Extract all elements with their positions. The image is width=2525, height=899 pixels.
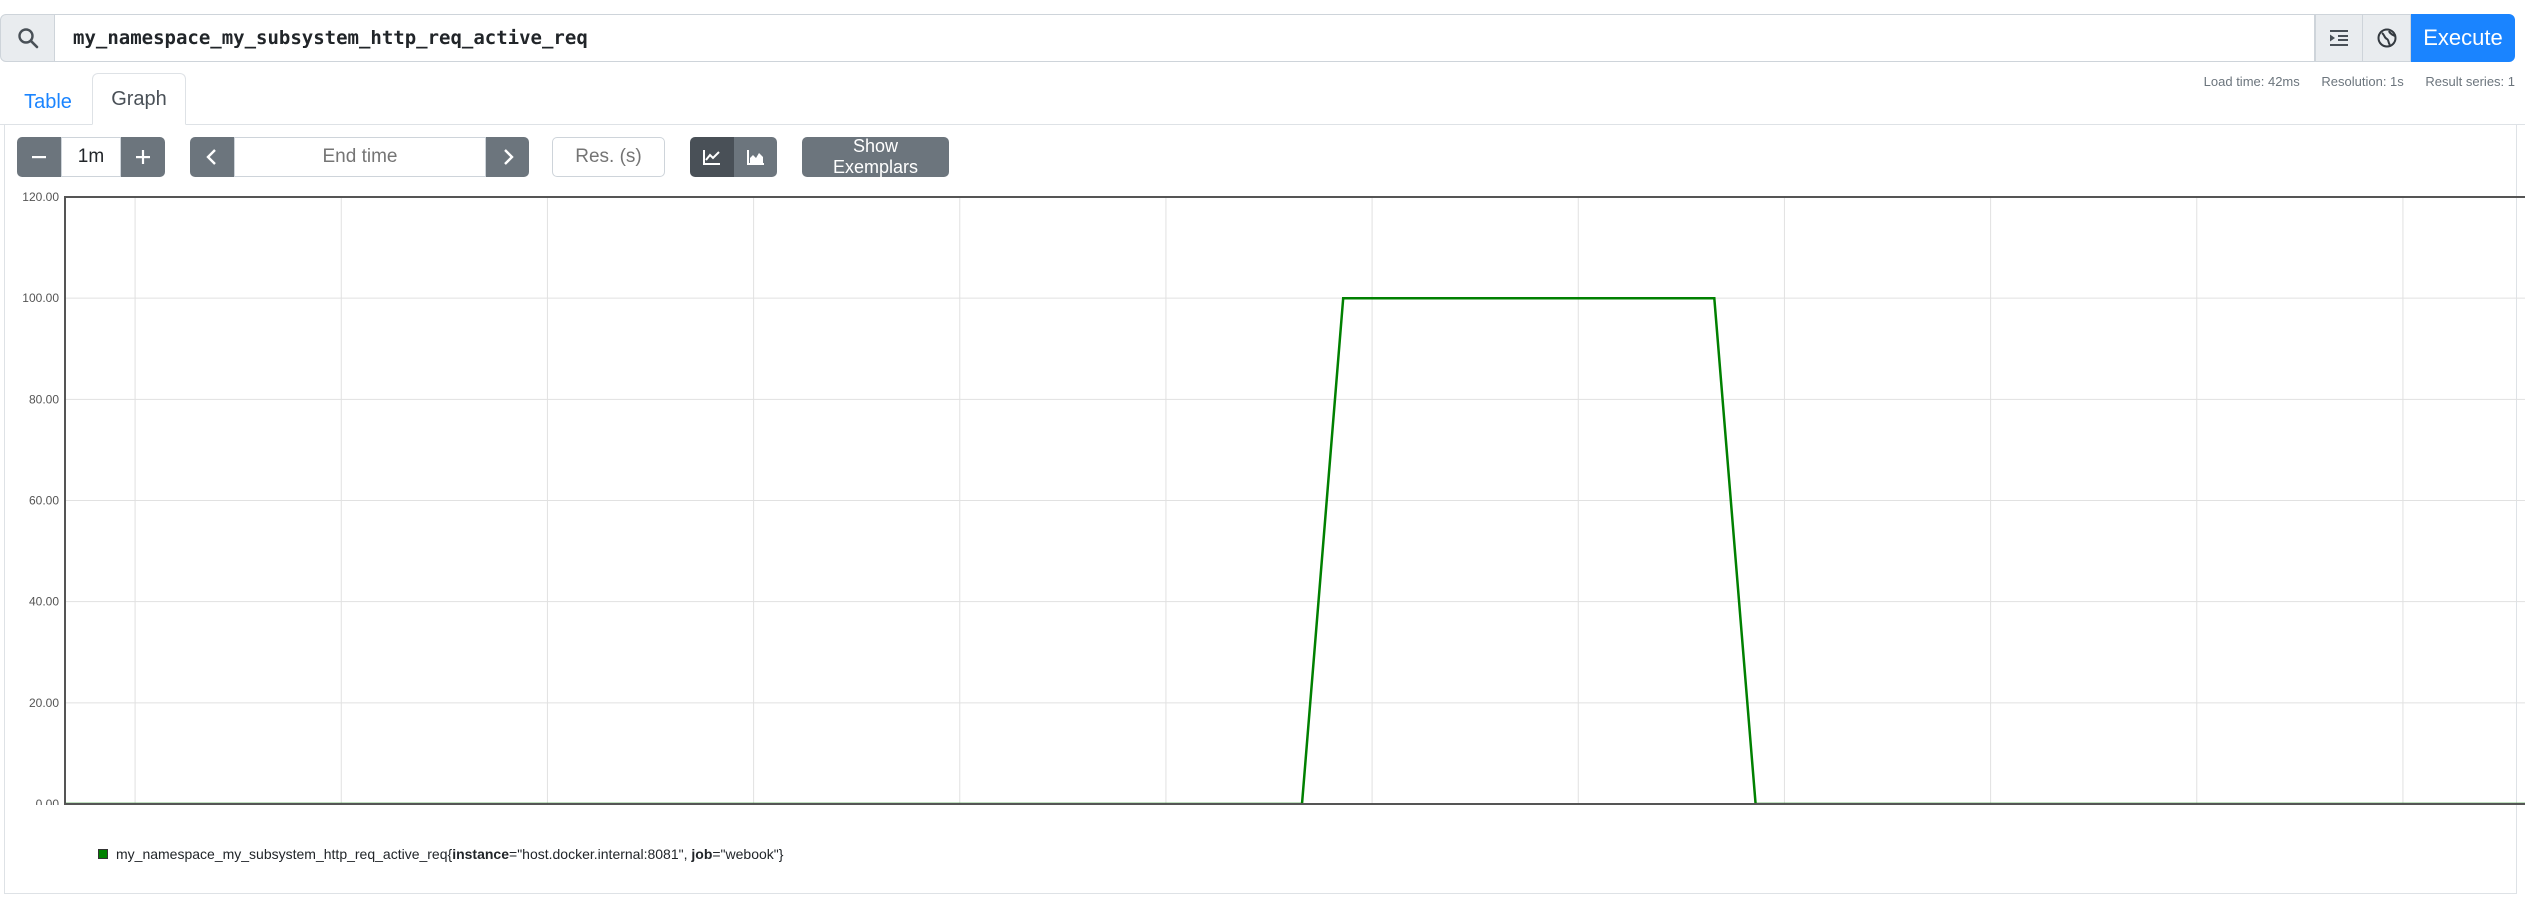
legend-swatch	[98, 849, 108, 859]
format-query-button[interactable]	[2315, 14, 2363, 62]
query-stats: Load time: 42ms Resolution: 1s Result se…	[2186, 74, 2515, 89]
legend-label-key: job	[691, 846, 713, 862]
legend-equals: ="	[712, 846, 726, 862]
metrics-explorer-globe-icon	[2377, 28, 2396, 48]
line-chart-icon	[703, 150, 720, 165]
legend-metric: my_namespace_my_subsystem_http_req_activ…	[116, 846, 448, 862]
legend-label-value: webook	[725, 846, 774, 862]
end-time-input[interactable]	[234, 137, 486, 177]
y-tick-label: 20.00	[29, 696, 59, 710]
chevron-left-icon	[206, 149, 216, 165]
range-increase-button[interactable]	[121, 137, 165, 177]
query-input[interactable]	[55, 14, 2315, 62]
metrics-explorer-button[interactable]	[2363, 14, 2411, 62]
execute-button[interactable]: Execute	[2411, 14, 2515, 62]
y-tick-label: 80.00	[29, 392, 59, 406]
end-time-back-button[interactable]	[190, 137, 234, 177]
graph-chart: 0.0020.0040.0060.0080.00100.00120.0016:5…	[22, 190, 2525, 805]
plus-icon	[136, 150, 150, 164]
series-line[interactable]	[65, 296, 2525, 805]
y-tick-label: 120.00	[22, 190, 59, 204]
y-tick-label: 40.00	[29, 595, 59, 609]
tab-table[interactable]: Table	[10, 80, 86, 125]
y-tick-label: 100.00	[22, 291, 59, 305]
tab-graph[interactable]: Graph	[92, 73, 186, 125]
search-button[interactable]	[0, 14, 55, 62]
range-decrease-button[interactable]	[17, 137, 61, 177]
show-exemplars-button[interactable]: Show Exemplars	[802, 136, 949, 177]
range-input[interactable]	[61, 137, 121, 177]
y-tick-label: 0.00	[36, 797, 60, 805]
minus-icon	[32, 156, 46, 159]
area-chart-icon	[746, 150, 764, 165]
line-chart-button[interactable]	[690, 137, 734, 177]
legend-equals: ="	[509, 846, 523, 862]
result-series: Result series: 1	[2425, 74, 2515, 89]
resolution: Resolution: 1s	[2321, 74, 2404, 89]
y-tick-label: 60.00	[29, 494, 59, 508]
load-time: Load time: 42ms	[2203, 74, 2300, 89]
legend-brace-close: "}	[773, 846, 784, 862]
resolution-input[interactable]	[552, 137, 665, 177]
format-indent-icon	[2330, 30, 2348, 46]
legend-label-value: host.docker.internal:8081	[522, 846, 679, 862]
stacked-chart-button[interactable]	[734, 137, 777, 177]
legend-separator: ",	[678, 846, 692, 862]
end-time-forward-button[interactable]	[486, 137, 529, 177]
chevron-right-icon	[503, 149, 514, 165]
search-icon	[17, 28, 38, 49]
legend-label-key: instance	[452, 846, 510, 862]
legend-item[interactable]: my_namespace_my_subsystem_http_req_activ…	[98, 846, 783, 862]
